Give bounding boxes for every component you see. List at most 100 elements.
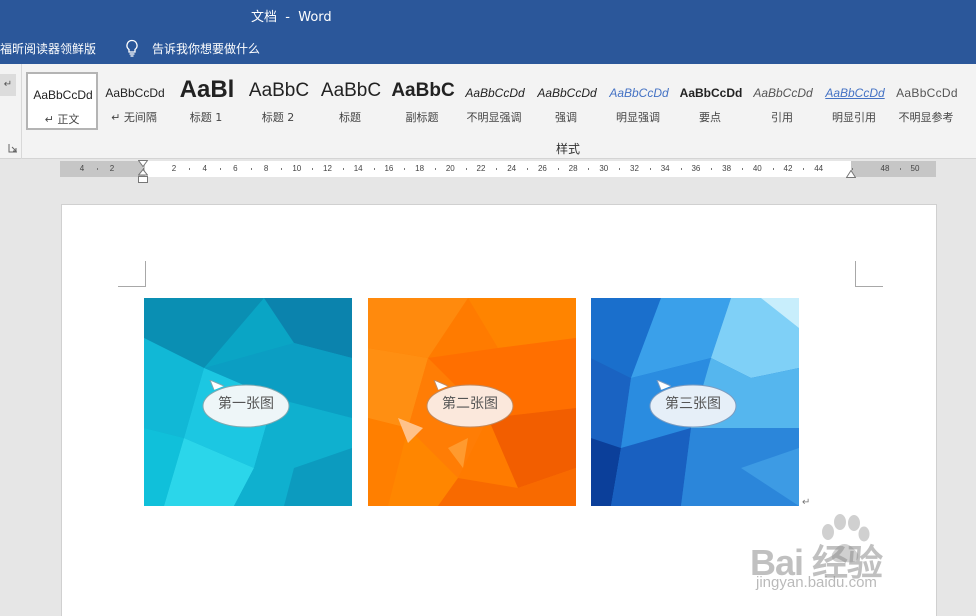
ruler-tick-label: 34 [660, 164, 670, 173]
style-label: ↵ 无间隔 [111, 111, 157, 124]
ruler-tick-mark [250, 168, 252, 170]
image-caption: 第三张图 [665, 396, 721, 412]
style-label: 标题 [339, 111, 361, 124]
style-label: 不明显强调 [466, 111, 522, 124]
ruler-tick-mark [803, 168, 805, 170]
style-heading-1[interactable]: AaBl 标题 1 [170, 72, 242, 130]
ruler-tick-mark [281, 168, 283, 170]
style-label: 引用 [771, 111, 793, 124]
title-bar: 文档 - Word [0, 0, 976, 32]
style-emphasis[interactable]: AaBbCcDd 强调 [530, 72, 602, 130]
ruler-tick-label: 44 [814, 164, 824, 173]
ruler-tick-label: 16 [384, 164, 394, 173]
ruler-tick-mark [649, 168, 651, 170]
ribbon-left-column: ↵ [0, 64, 22, 159]
style-sample: AaBbC [391, 80, 455, 101]
ruler-tick-label: 4 [202, 164, 207, 173]
left-indent-marker[interactable] [138, 169, 148, 183]
watermark: Bai 经验 jingyan.baidu.com [750, 510, 976, 616]
bubble-text-wrap: 第二张图 [426, 380, 518, 428]
ruler-tick-mark [373, 168, 375, 170]
tell-me-box[interactable]: 告诉我你想要做什么 [124, 38, 260, 58]
style-heading-2[interactable]: AaBbC 标题 2 [242, 72, 314, 130]
ruler-tick-mark [434, 168, 436, 170]
styles-group-label: 样式 [556, 142, 581, 156]
ruler-tick-mark [741, 168, 743, 170]
ruler-tick-label: 48 [880, 164, 890, 173]
horizontal-ruler[interactable]: 4 2 2 4 6 8 10 12 14 16 18 20 22 24 26 28 30 32 34 36 38 40 42… [60, 160, 936, 183]
ruler-tick-mark [465, 168, 467, 170]
style-label: 明显强调 [616, 111, 660, 124]
ruler-tick-label: 4 [79, 164, 85, 173]
ruler-tick-mark [97, 168, 98, 170]
tab-foxit-reader[interactable]: 福昕阅读器领鲜版 [0, 40, 96, 57]
style-intense-emphasis[interactable]: AaBbCcDd 明显强调 [602, 72, 674, 130]
ruler-tick-label: 36 [691, 164, 701, 173]
style-no-spacing[interactable]: AaBbCcDd ↵ 无间隔 [98, 72, 170, 130]
window-title: 文档 - Word [251, 10, 332, 25]
styles-gallery: AaBbCcDd ↵ 正文 AaBbCcDd ↵ 无间隔 AaBl 标题 1 A… [26, 72, 976, 130]
style-subtitle[interactable]: AaBbC 副标题 [386, 72, 458, 130]
ruler-tick-mark [496, 168, 498, 170]
ruler-tick-label: 38 [722, 164, 732, 173]
image-second[interactable]: 第二张图 [368, 298, 576, 506]
tab-bar: 福昕阅读器领鲜版 告诉我你想要做什么 [0, 32, 976, 64]
first-line-indent-marker[interactable] [138, 160, 148, 167]
style-quote[interactable]: AaBbCcDd 引用 [746, 72, 818, 130]
ruler-tick-label: 2 [109, 164, 115, 173]
ruler-tick-label: 28 [568, 164, 578, 173]
ruler-tick-label: 2 [171, 164, 177, 173]
ruler-tick-mark [557, 168, 559, 170]
ruler-tick-mark [772, 168, 774, 170]
style-sample: AaBl [179, 76, 235, 103]
ruler-tick-label: 22 [476, 164, 486, 173]
format-painter-icon[interactable]: ↵ [0, 74, 16, 96]
tell-me-text: 告诉我你想要做什么 [152, 41, 261, 56]
ruler-tick-mark [680, 168, 682, 170]
lightbulb-icon [126, 39, 138, 57]
style-sample: AaBbC [320, 80, 382, 101]
ruler-tick-mark [527, 168, 529, 170]
bubble-text-wrap: 第一张图 [202, 380, 294, 428]
ruler-tick-mark [619, 168, 621, 170]
style-label: 要点 [699, 111, 721, 124]
style-subtle-emphasis[interactable]: AaBbCcDd 不明显强调 [458, 72, 530, 130]
ruler-tick-label: 10 [292, 164, 302, 173]
ruler-tick-mark [312, 168, 314, 170]
ruler-tick-label: 12 [323, 164, 332, 173]
style-label: 不明显参考 [898, 111, 954, 124]
ruler-tick-label: 30 [599, 164, 609, 173]
ruler-tick-mark [900, 168, 901, 170]
ruler-tick-label: 8 [263, 164, 269, 173]
style-subtle-reference[interactable]: AaBbCcDd 不明显参考 [890, 72, 962, 130]
ruler-tick-label: 40 [752, 164, 762, 173]
ruler-tick-label: 24 [507, 164, 517, 173]
watermark-url: jingyan.baidu.com [756, 574, 877, 591]
image-caption: 第二张图 [442, 396, 498, 412]
style-label: 副标题 [405, 111, 439, 124]
image-third[interactable]: 第三张图 [591, 298, 799, 506]
right-indent-marker[interactable] [846, 170, 856, 178]
ruler-tick-mark [342, 168, 344, 170]
gallery-edge [965, 76, 976, 122]
paragraph-mark: ↵ [802, 497, 811, 508]
ruler-tick-label: 42 [783, 164, 793, 173]
dialog-launcher-icon[interactable] [8, 143, 18, 153]
ruler-tick-label: 20 [445, 164, 455, 173]
bubble-text-wrap: 第三张图 [649, 380, 741, 428]
image-first[interactable]: 第一张图 [144, 298, 352, 506]
ruler-tick-label: 50 [910, 164, 920, 173]
ruler-tick-mark [189, 168, 191, 170]
style-normal[interactable]: AaBbCcDd ↵ 正文 [26, 72, 98, 130]
ruler-tick-mark [404, 168, 406, 170]
ruler-tick-label: 26 [537, 164, 547, 173]
ribbon: ↵ AaBbCcDd ↵ 正文 AaBbCcDd ↵ 无间隔 AaBl 标题 1… [0, 64, 976, 159]
style-label: 强调 [555, 111, 577, 124]
style-strong[interactable]: AaBbCcDd 要点 [674, 72, 746, 130]
style-label: 明显引用 [832, 111, 876, 124]
style-intense-quote[interactable]: AaBbCcDd 明显引用 [818, 72, 890, 130]
style-label: ↵ 正文 [44, 113, 80, 126]
style-title[interactable]: AaBbC 标题 [314, 72, 386, 130]
ruler-tick-label: 18 [415, 164, 425, 173]
ruler-tick-mark [711, 168, 713, 170]
